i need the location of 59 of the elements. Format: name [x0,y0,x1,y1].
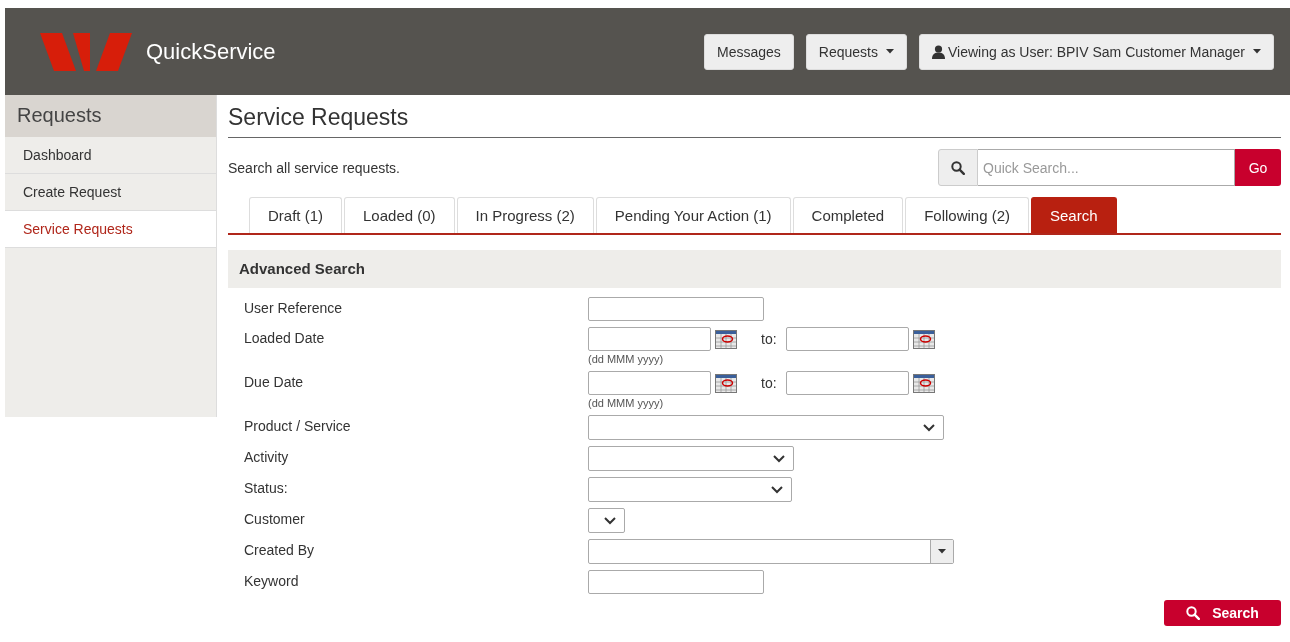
dropdown-field[interactable] [588,477,792,502]
quick-search-field[interactable]: Quick Search... [978,149,1235,186]
sidebar-item[interactable]: Dashboard [5,137,216,174]
chevron-down-icon [604,516,616,525]
dropdown-field[interactable] [588,508,625,533]
sidebar-item[interactable]: Service Requests [5,211,216,248]
search-button[interactable]: Search [1164,600,1281,626]
search-icon [1186,606,1201,620]
date-field[interactable] [785,371,909,395]
field-label: Status: [244,479,289,498]
app-name: QuickService [146,38,276,65]
text-field[interactable] [588,570,764,594]
field-label: Product / Service [244,417,352,436]
tab[interactable]: In Progress (2) [456,197,594,233]
field-label: Keyword [244,572,300,591]
chevron-down-icon [771,485,783,494]
tab[interactable]: Completed [792,197,904,233]
date-field[interactable] [588,371,711,395]
dropdown-button[interactable]: Requests [805,33,907,70]
logo-icon [40,32,132,71]
tab[interactable]: Loaded (0) [344,197,455,233]
date-field[interactable] [785,327,909,351]
tab[interactable]: Following (2) [905,197,1029,233]
page-title: Service Requests [228,95,1281,138]
user-icon [932,44,945,59]
user-menu-button[interactable]: Viewing as User: BPIV Sam Customer Manager [919,33,1274,70]
field-label: Due Date [244,373,305,392]
calendar-icon[interactable] [715,329,737,349]
search-icon [951,160,965,175]
caret-icon [1253,49,1261,54]
to-label: to: [761,375,777,391]
text-field[interactable] [588,297,764,321]
date-format-hint: (dd MMM yyyy) [588,353,665,365]
combo-field[interactable] [588,539,954,564]
calendar-icon[interactable] [912,373,935,393]
chevron-down-icon [773,454,785,463]
tab[interactable]: Draft (1) [249,197,342,233]
field-label: Loaded Date [244,329,326,348]
calendar-icon[interactable] [912,329,935,349]
to-label: to: [761,331,777,347]
tab[interactable]: Search [1031,197,1117,233]
tab[interactable]: Pending Your Action (1) [595,197,791,233]
description-text: Search all service requests. [228,159,400,176]
sidebar-title: Requests [5,95,216,137]
dropdown-field[interactable] [588,415,944,440]
caret-icon [886,49,894,54]
section-header: Advanced Search [228,250,1281,288]
date-field[interactable] [588,327,711,351]
calendar-icon[interactable] [715,373,737,393]
field-label: Created By [244,541,316,560]
caret-icon [938,549,946,554]
field-label: User Reference [244,299,344,318]
chevron-down-icon [923,423,935,432]
field-label: Activity [244,448,290,467]
messages-button[interactable]: Messages [704,33,794,70]
go-button[interactable]: Go [1235,149,1281,186]
date-format-hint: (dd MMM yyyy) [588,397,665,409]
field-label: Customer [244,510,306,529]
dropdown-field[interactable] [588,446,794,471]
